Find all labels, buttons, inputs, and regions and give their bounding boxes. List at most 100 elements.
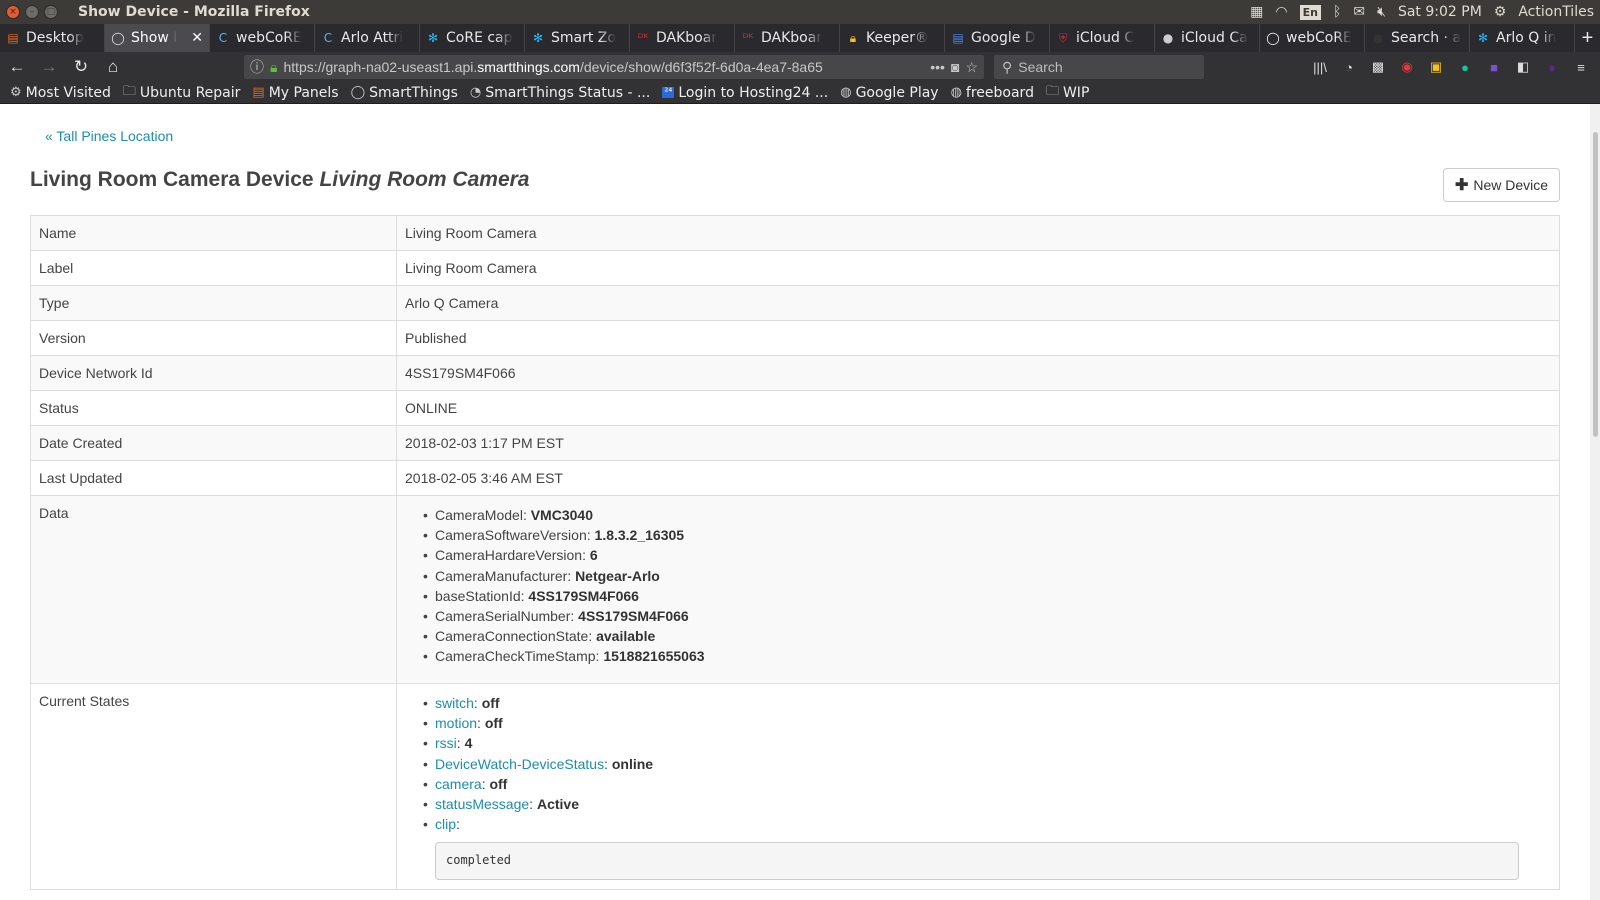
bluetooth-icon[interactable]: ᛒ [1333, 4, 1341, 20]
tab-label: Arlo Attri [341, 30, 404, 46]
data-value: 1518821655063 [603, 648, 705, 665]
tab-label: iCloud C [1076, 30, 1135, 46]
field-key: Version [30, 320, 397, 356]
bookmark-label: SmartThings Status - ... [485, 84, 651, 101]
tab-3[interactable]: C Arlo Attri [315, 24, 420, 52]
extension-qr-icon[interactable]: ▩ [1369, 58, 1387, 76]
workspace-grid-icon[interactable]: ▦ [1250, 4, 1263, 20]
grammarly-icon[interactable]: ● [1456, 58, 1474, 76]
bookmark-item[interactable]: ◯ SmartThings [351, 85, 458, 101]
extension-purple-icon[interactable]: ● [1543, 58, 1561, 76]
ring-icon: ◯ [1266, 31, 1280, 45]
wifi-icon[interactable]: ◠ [1275, 4, 1287, 20]
field-value: Published [396, 320, 1560, 356]
new-device-button[interactable]: ✚ New Device [1443, 168, 1560, 202]
list-item: baseStationId: 4SS179SM4F066 [423, 586, 1551, 606]
field-value: Living Room Camera [396, 250, 1560, 286]
state-link[interactable]: camera [435, 776, 482, 792]
tab-label: Smart Zo [551, 30, 616, 46]
bookmark-item[interactable]: ▤ My Panels [252, 85, 338, 101]
url-bar[interactable]: ⓘ 🔒︎ https://graph-na02-useast1.api.smar… [244, 55, 984, 79]
table-row: Name Living Room Camera [30, 215, 1560, 251]
keeper-extension-icon[interactable]: ▣ [1427, 58, 1445, 76]
back-arrow-icon[interactable]: ← [6, 56, 28, 78]
tab-10[interactable]: ⛨ iCloud C [1050, 24, 1155, 52]
tab-7[interactable]: ᴰᴷ DAKboar [735, 24, 840, 52]
onenote-icon[interactable]: ■ [1485, 58, 1503, 76]
bookmark-item[interactable]: ◍ Google Play [840, 85, 938, 101]
window-minimize-button[interactable]: – [25, 5, 39, 19]
breadcrumb[interactable]: « Tall Pines Location [45, 128, 173, 144]
bookmark-label: Ubuntu Repair [139, 84, 241, 101]
tab-label: DAKboar [761, 30, 823, 46]
sidebar-icon[interactable]: ◧ [1514, 58, 1532, 76]
scrollbar-thumb[interactable] [1593, 132, 1598, 437]
bookmark-item[interactable]: 🗀 WIP [1046, 82, 1089, 104]
forward-arrow-icon[interactable]: → [38, 56, 60, 78]
tab-0[interactable]: ▤ Desktop [0, 24, 105, 52]
tab-14[interactable]: ✻ Arlo Q in [1470, 24, 1575, 52]
data-key: CameraConnectionState [435, 628, 589, 645]
apple-icon: ● [1162, 31, 1174, 45]
webcore-icon: C [218, 31, 228, 45]
field-key: Date Created [30, 425, 397, 461]
state-link[interactable]: DeviceWatch-DeviceStatus [435, 756, 604, 772]
tab-label: Keeper® [866, 30, 929, 46]
bookmark-item[interactable]: ²⁴ Login to Hosting24 ... [662, 85, 828, 101]
menu-icon[interactable]: ≡ [1572, 58, 1590, 76]
bookmark-item[interactable]: ⚙ Most Visited [10, 85, 111, 101]
states-values: switch: offmotion: offrssi: 4DeviceWatch… [396, 682, 1560, 891]
new-tab-button[interactable]: + [1575, 24, 1600, 52]
bookmark-label: Google Play [855, 84, 939, 101]
gear-icon[interactable]: ⚙ [1494, 4, 1507, 20]
tab-8[interactable]: 🔒︎ Keeper® [840, 24, 945, 52]
url-domain: smartthings.com [477, 59, 580, 75]
lock-icon[interactable]: 🔒︎ [270, 59, 277, 76]
tab-12[interactable]: ◯ webCoRE [1260, 24, 1365, 52]
bookmark-item[interactable]: ◍ freeboard [951, 85, 1034, 101]
field-key: Label [30, 250, 397, 286]
pocket-icon[interactable]: ◙ [951, 59, 959, 75]
search-input[interactable]: ⚲ Search [994, 55, 1204, 79]
state-link[interactable]: statusMessage [435, 796, 529, 812]
close-tab-icon[interactable]: ✕ [187, 30, 203, 46]
tab-6[interactable]: ᴰᴷ DAKboar [630, 24, 735, 52]
info-icon[interactable]: ⓘ [250, 57, 264, 77]
state-link[interactable]: clip [435, 816, 456, 832]
window-maximize-button[interactable]: □ [44, 5, 58, 19]
home-icon[interactable]: ⌂ [102, 56, 124, 78]
table-row: Label Living Room Camera [30, 250, 1560, 286]
bookmark-item[interactable]: 🗀 Ubuntu Repair [123, 82, 241, 104]
list-item: CameraModel: VMC3040 [423, 505, 1551, 525]
tab-11[interactable]: ● iCloud Ca [1155, 24, 1260, 52]
state-value: off [484, 715, 503, 732]
clock[interactable]: Sat 9:02 PM [1398, 4, 1482, 20]
tab-9[interactable]: ▤ Google D [945, 24, 1050, 52]
field-value: 2018-02-03 1:17 PM EST [396, 425, 1560, 461]
state-link[interactable]: motion [435, 715, 477, 731]
state-link[interactable]: rssi [435, 735, 457, 751]
table-row: Device Network Id 4SS179SM4F066 [30, 355, 1560, 391]
rss-icon[interactable]: ◔ [1340, 58, 1358, 76]
field-key: Data [30, 495, 397, 684]
window-close-button[interactable]: × [6, 5, 20, 19]
library-icon[interactable]: |||\ [1311, 58, 1329, 76]
bookmark-star-icon[interactable]: ☆ [965, 59, 978, 76]
tray-app-name[interactable]: ActionTiles [1518, 4, 1594, 20]
screenshot-icon[interactable]: ◉ [1398, 58, 1416, 76]
page-actions-icon[interactable]: ••• [930, 59, 945, 75]
tab-1[interactable]: ◯ Show I ✕ [105, 24, 210, 52]
tab-5[interactable]: ✻ Smart Zo [525, 24, 630, 52]
tab-13[interactable]: ● Search · a [1365, 24, 1470, 52]
tab-2[interactable]: CwebCoRE [210, 24, 315, 52]
volume-muted-icon[interactable]: 🔇︎ [1377, 4, 1386, 20]
navigation-toolbar: ← → ↻ ⌂ ⓘ 🔒︎ https://graph-na02-useast1.… [0, 52, 1600, 82]
url-text[interactable]: https://graph-na02-useast1.api.smartthin… [283, 59, 924, 75]
vertical-scrollbar[interactable] [1590, 104, 1600, 900]
reload-icon[interactable]: ↻ [70, 56, 92, 78]
tab-4[interactable]: ✻ CoRE cap [420, 24, 525, 52]
keyboard-language-indicator[interactable]: En [1299, 4, 1321, 20]
mail-icon[interactable]: ✉ [1353, 4, 1365, 20]
state-link[interactable]: switch [435, 695, 474, 711]
bookmark-item[interactable]: ◔ SmartThings Status - ... [470, 85, 650, 101]
